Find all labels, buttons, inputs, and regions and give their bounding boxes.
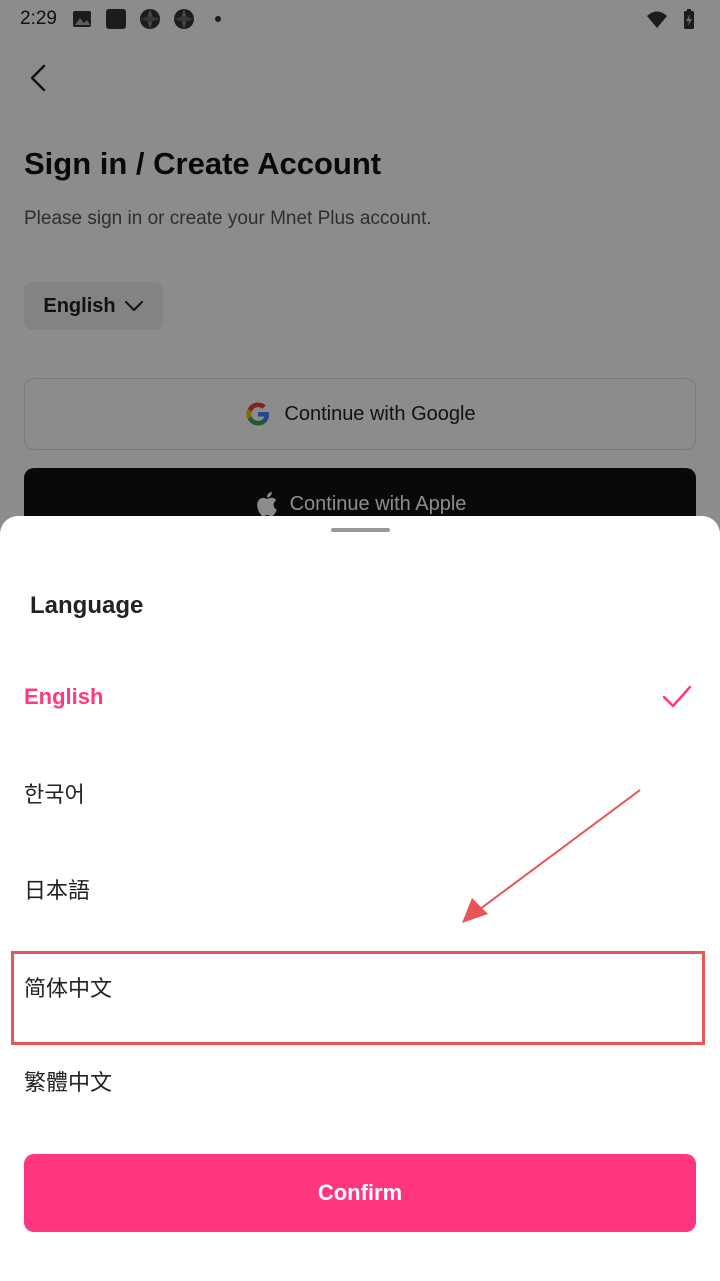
screen: 2:29 Sign in / Create Account Please sig… (0, 0, 720, 1281)
language-option-traditional-chinese[interactable]: 繁體中文 (0, 1036, 720, 1126)
sheet-title: Language (30, 592, 144, 619)
language-option-korean[interactable]: 한국어 (0, 748, 720, 838)
language-option-label: English (24, 684, 104, 709)
language-option-label: 日本語 (24, 878, 91, 903)
confirm-button[interactable]: Confirm (24, 1154, 696, 1232)
language-bottom-sheet: Language English 한국어 日本語 简体中文 繁體中文 Confi… (0, 516, 720, 1281)
language-option-english[interactable]: English (0, 652, 720, 742)
language-option-japanese[interactable]: 日本語 (0, 844, 720, 934)
drag-handle[interactable] (331, 528, 390, 532)
language-option-label: 繁體中文 (24, 1070, 113, 1095)
language-option-simplified-chinese[interactable]: 简体中文 (0, 942, 720, 1032)
language-option-label: 한국어 (24, 782, 85, 807)
language-option-label: 简体中文 (24, 976, 113, 1001)
check-icon (662, 685, 692, 708)
